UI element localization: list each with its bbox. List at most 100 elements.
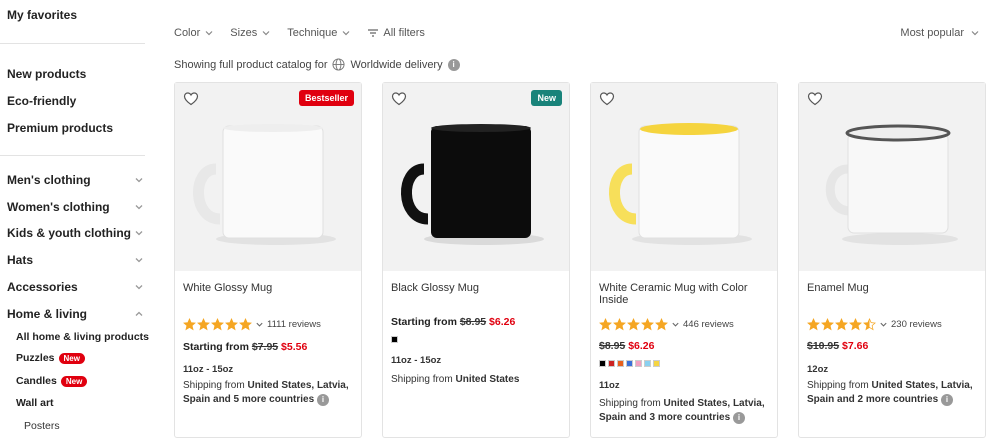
product-title[interactable]: Black Glossy Mug bbox=[391, 282, 479, 294]
sub-label: Wall art bbox=[16, 397, 54, 409]
rating[interactable]: 446 reviews bbox=[599, 318, 734, 331]
sizes: 12oz bbox=[807, 364, 829, 375]
all-filters-button[interactable]: All filters bbox=[367, 27, 425, 39]
product-image: New bbox=[383, 83, 569, 271]
white-mug-image bbox=[193, 124, 336, 245]
sidebar-sub-posters[interactable]: Posters bbox=[24, 420, 60, 432]
color-swatch[interactable] bbox=[391, 336, 398, 343]
category-label: Men's clothing bbox=[7, 173, 91, 187]
star-rating bbox=[807, 318, 876, 331]
old-price: $7.95 bbox=[251, 341, 279, 353]
sale-price: $6.26 bbox=[628, 340, 655, 352]
sort-dropdown[interactable]: Most popular bbox=[900, 27, 980, 39]
black-mug-image bbox=[401, 124, 544, 245]
filter-label: All filters bbox=[383, 27, 425, 39]
star-icon bbox=[183, 318, 196, 331]
star-icon bbox=[655, 318, 668, 331]
sidebar-item-hats[interactable]: Hats bbox=[7, 253, 145, 267]
my-favorites-link[interactable]: My favorites bbox=[7, 8, 77, 22]
info-icon[interactable]: i bbox=[732, 412, 745, 424]
category-label: Hats bbox=[7, 253, 34, 267]
heart-icon[interactable] bbox=[391, 91, 407, 107]
sidebar-item-home-living[interactable]: Home & living bbox=[7, 307, 145, 321]
price: $8.95 $6.26 bbox=[599, 340, 654, 352]
color-filter[interactable]: Color bbox=[174, 27, 214, 39]
old-price: $10.95 bbox=[807, 340, 840, 352]
star-icon bbox=[599, 318, 612, 331]
sidebar-item-new-products[interactable]: New products bbox=[7, 67, 86, 81]
color-swatch[interactable] bbox=[617, 360, 624, 367]
sizes-filter[interactable]: Sizes bbox=[230, 27, 271, 39]
star-icon bbox=[641, 318, 654, 331]
rating[interactable]: 1111 reviews bbox=[183, 318, 321, 331]
sidebar-sub-all-home-living[interactable]: All home & living products bbox=[16, 331, 149, 343]
category-label: Kids & youth clothing bbox=[7, 226, 131, 240]
old-price: $8.95 bbox=[599, 340, 626, 352]
price-prefix: Starting from bbox=[183, 341, 249, 353]
color-swatch[interactable] bbox=[653, 360, 660, 367]
sidebar-sub-wall-art[interactable]: Wall art bbox=[16, 397, 54, 409]
sidebar-item-kids-youth-clothing[interactable]: Kids & youth clothing bbox=[7, 226, 145, 240]
shipping-info: Shipping from United States, Latvia, Spa… bbox=[807, 379, 982, 407]
color-swatch[interactable] bbox=[626, 360, 633, 367]
review-count: 1111 reviews bbox=[267, 319, 321, 330]
sidebar-sub-puzzles[interactable]: Puzzles New bbox=[16, 352, 85, 364]
shipping-info: Shipping from United States, Latvia, Spa… bbox=[599, 397, 774, 425]
color-swatch[interactable] bbox=[635, 360, 642, 367]
ship-prefix: Shipping from bbox=[183, 380, 245, 391]
bestseller-badge: Bestseller bbox=[298, 90, 354, 106]
filter-label: Sizes bbox=[230, 27, 258, 39]
price: Starting from $7.95 $5.56 bbox=[183, 341, 307, 353]
review-count: 446 reviews bbox=[683, 319, 734, 330]
sidebar-item-eco-friendly[interactable]: Eco-friendly bbox=[7, 94, 76, 108]
enamel-mug-image bbox=[825, 124, 958, 245]
star-icon bbox=[239, 318, 252, 331]
color-swatch[interactable] bbox=[608, 360, 615, 367]
filter-lines-icon bbox=[368, 29, 379, 37]
sale-price: $6.26 bbox=[489, 316, 516, 328]
new-badge: New bbox=[531, 90, 562, 106]
chevron-down-icon bbox=[135, 231, 143, 236]
category-label: Women's clothing bbox=[7, 200, 110, 214]
heart-icon[interactable] bbox=[807, 91, 823, 107]
info-icon[interactable]: i bbox=[940, 394, 953, 406]
product-card[interactable]: New Black Glossy Mug Starting from $8.95… bbox=[382, 82, 570, 438]
sidebar-item-mens-clothing[interactable]: Men's clothing bbox=[7, 173, 145, 187]
color-swatch[interactable] bbox=[599, 360, 606, 367]
rating[interactable]: 230 reviews bbox=[807, 318, 942, 331]
heart-icon[interactable] bbox=[183, 91, 199, 107]
price: $10.95 $7.66 bbox=[807, 340, 868, 352]
category-label: Accessories bbox=[7, 280, 78, 294]
star-icon bbox=[627, 318, 640, 331]
product-title[interactable]: Enamel Mug bbox=[807, 282, 869, 294]
color-swatch[interactable] bbox=[644, 360, 651, 367]
info-icon[interactable]: i bbox=[316, 394, 329, 406]
product-card[interactable]: Bestseller White Glossy Mug 1111 reviews… bbox=[174, 82, 362, 438]
sidebar-item-accessories[interactable]: Accessories bbox=[7, 280, 145, 294]
star-icon bbox=[807, 318, 820, 331]
divider bbox=[0, 155, 145, 156]
catalog-note: Showing full product catalog for Worldwi… bbox=[174, 58, 460, 71]
sidebar-sub-candles[interactable]: Candles New bbox=[16, 375, 88, 387]
color-inside-mug-image bbox=[609, 123, 752, 245]
star-rating bbox=[183, 318, 252, 331]
sort-label: Most popular bbox=[900, 27, 964, 39]
sidebar-item-premium-products[interactable]: Premium products bbox=[7, 121, 113, 135]
product-image bbox=[799, 83, 985, 271]
info-icon[interactable]: i bbox=[447, 58, 460, 71]
sidebar-item-womens-clothing[interactable]: Women's clothing bbox=[7, 200, 145, 214]
product-card[interactable]: Enamel Mug 230 reviews $10.95 $7.66 12oz… bbox=[798, 82, 986, 438]
chevron-down-icon bbox=[256, 322, 263, 327]
filter-label: Technique bbox=[287, 27, 338, 39]
product-title[interactable]: White Ceramic Mug with Color Inside bbox=[599, 282, 777, 306]
heart-icon[interactable] bbox=[599, 91, 615, 107]
color-swatches bbox=[599, 360, 660, 367]
chevron-down-icon bbox=[135, 178, 143, 183]
sale-price: $7.66 bbox=[842, 340, 869, 352]
product-title[interactable]: White Glossy Mug bbox=[183, 282, 272, 294]
technique-filter[interactable]: Technique bbox=[287, 27, 351, 39]
ship-countries: United States bbox=[455, 374, 520, 385]
product-card[interactable]: White Ceramic Mug with Color Inside 446 … bbox=[590, 82, 778, 438]
chevron-down-icon bbox=[880, 322, 887, 327]
delivery-region-link[interactable]: Worldwide delivery bbox=[350, 59, 442, 71]
